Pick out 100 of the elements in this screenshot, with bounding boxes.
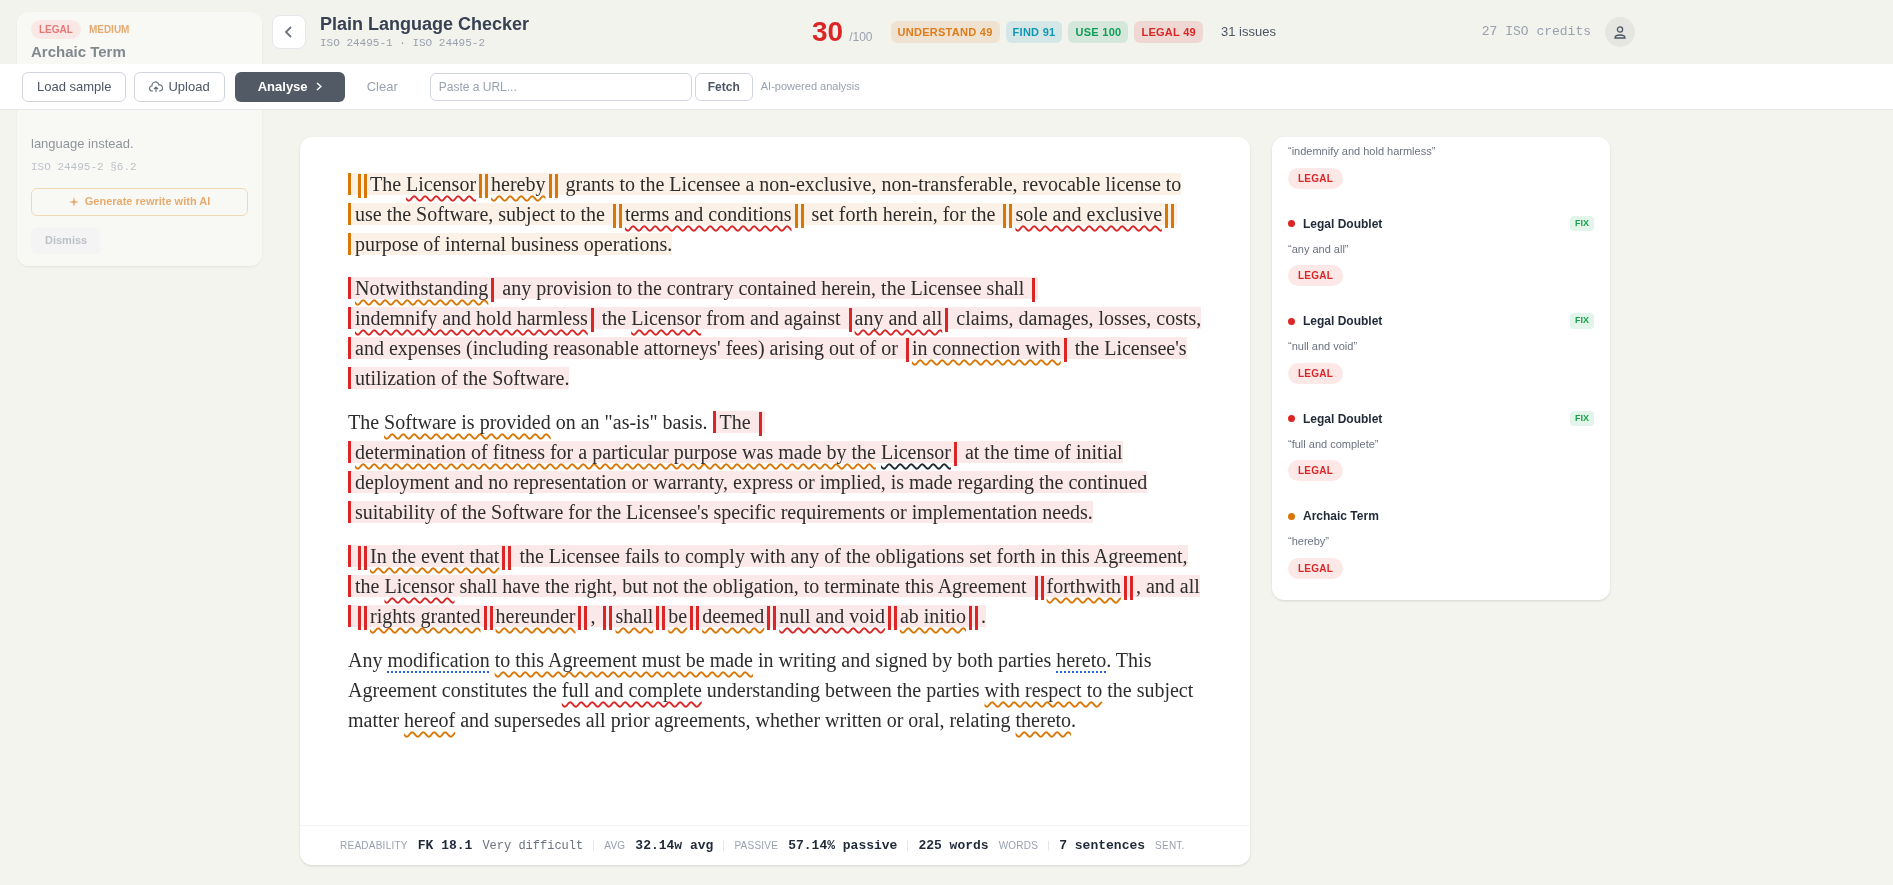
flagged-phrase[interactable]: deemed: [702, 605, 765, 627]
stat-label: SENT.: [1155, 839, 1185, 853]
stat-detail: Very difficult: [482, 837, 584, 855]
flagged-phrase[interactable]: shall: [615, 605, 654, 627]
flagged-phrase[interactable]: hereof: [404, 709, 456, 731]
flagged-phrase[interactable]: sole and exclusive: [1015, 203, 1163, 225]
issue-marker: [491, 278, 495, 303]
stat-value: 7 sentences: [1059, 836, 1146, 855]
issue-marker: [969, 606, 978, 631]
popup-description: language instead.: [31, 134, 135, 153]
score-max: /100: [849, 29, 873, 46]
score-value: 30: [812, 18, 844, 46]
flagged-phrase[interactable]: full and complete: [561, 679, 702, 701]
flagged-phrase[interactable]: Notwithstanding: [355, 277, 489, 299]
flagged-phrase[interactable]: with respect to: [984, 679, 1103, 701]
load-sample-button[interactable]: Load sample: [22, 71, 127, 102]
stat-value: 225 words: [918, 836, 989, 855]
flagged-phrase[interactable]: Licensor: [384, 575, 455, 597]
fix-badge: FIX: [1570, 410, 1594, 427]
flagged-phrase[interactable]: terms and conditions: [624, 203, 792, 225]
issue-marker: [1165, 204, 1175, 229]
issue-marker: [758, 412, 762, 437]
popup-title: Archaic Term: [31, 42, 127, 62]
flagged-phrase[interactable]: any and all: [854, 307, 943, 329]
score-badge: USE 100: [1068, 20, 1129, 44]
issue-marker: [905, 338, 909, 363]
issue-marker: [548, 174, 558, 199]
issue-marker: [502, 546, 512, 571]
flagged-phrase[interactable]: Licensor: [406, 173, 477, 195]
issue-marker: [690, 606, 700, 631]
stat-label: AVG: [604, 839, 626, 853]
issue-marker: [1123, 576, 1133, 601]
flagged-phrase[interactable]: ab initio: [899, 605, 966, 627]
issue-marker: [612, 204, 622, 229]
chevron-right-icon: [315, 82, 322, 91]
issue-marker: [1063, 338, 1067, 363]
ai-note: AI-powered analysis: [760, 79, 860, 95]
flagged-phrase[interactable]: hereby: [491, 173, 546, 195]
flagged-phrase[interactable]: thereto: [1015, 709, 1072, 731]
user-icon: [1613, 25, 1627, 39]
issue-marker: [1003, 204, 1013, 229]
flagged-phrase[interactable]: in connection with: [911, 337, 1061, 359]
url-field[interactable]: Paste a URL...: [429, 72, 692, 101]
stat-label: PASSIVE: [734, 839, 779, 853]
flagged-phrase[interactable]: hereto: [1056, 649, 1107, 671]
flagged-phrase[interactable]: to this Agreement must be made: [494, 649, 753, 671]
issue-marker: [1034, 576, 1044, 601]
issue-marker: [590, 308, 594, 333]
issue-marker: [767, 606, 777, 631]
stat-value: FK 18.1: [417, 836, 473, 855]
issue-marker: [794, 204, 804, 229]
standards-subtitle: ISO 24495-1 · ISO 24495-2: [320, 36, 487, 51]
flagged-phrase[interactable]: In the event that: [370, 545, 500, 567]
fix-badge: FIX: [1570, 215, 1594, 232]
category-badge: LEGAL: [1288, 460, 1344, 481]
issue-marker: [656, 606, 666, 631]
issue-marker: [953, 442, 957, 467]
flagged-phrase[interactable]: rights granted: [370, 605, 481, 627]
flagged-phrase[interactable]: forthwith: [1046, 575, 1121, 597]
flagged-phrase[interactable]: hereunder: [495, 605, 576, 627]
category-badge: LEGAL: [1288, 362, 1344, 384]
issue-title[interactable]: Legal Doublet: [1303, 312, 1383, 330]
score-badge: LEGAL 49: [1134, 20, 1203, 44]
issue-marker: [358, 546, 367, 571]
cloud-upload-icon: [149, 80, 164, 93]
flagged-phrase[interactable]: Licensor: [631, 307, 702, 329]
issue-quote: “hereby”: [1288, 534, 1330, 549]
flagged-phrase[interactable]: indemnify and hold harmless: [355, 307, 588, 329]
credits-label: 27 ISO credits: [1481, 23, 1591, 42]
issue-quote: “full and complete”: [1288, 436, 1380, 452]
issue-marker: [945, 308, 949, 333]
issue-marker: [848, 308, 852, 333]
flagged-phrase[interactable]: be: [668, 605, 688, 627]
analyse-button[interactable]: Analyse: [234, 71, 345, 102]
issue-marker: [887, 606, 897, 631]
document-paragraph: Any modification to this Agreement must be made in writing and signed by both parties hereto. This Agreement constitutes the full and complete understanding between the parties with respect to the subject matter hereof and supersedes all prior agreements, whether written or oral, relating thereto.: [348, 648, 1195, 734]
issue-title[interactable]: Archaic Term: [1303, 507, 1379, 525]
issues-count: 31 issues: [1221, 23, 1276, 42]
flagged-phrase[interactable]: Software is provided: [384, 411, 551, 433]
flagged-phrase[interactable]: null and void: [779, 605, 885, 627]
flagged-phrase[interactable]: modification: [387, 649, 490, 671]
flagged-phrase[interactable]: Licensor: [880, 441, 951, 463]
user-avatar[interactable]: [1605, 17, 1635, 47]
stat-label: WORDS: [998, 839, 1039, 853]
issue-marker: [358, 606, 367, 631]
issue-marker: [1032, 278, 1036, 303]
flagged-phrase[interactable]: determination of fitness for a particular purpose was made by the: [355, 441, 876, 463]
upload-button[interactable]: Upload: [134, 71, 225, 102]
fetch-button[interactable]: Fetch: [694, 72, 753, 101]
app-title: Plain Language Checker: [320, 12, 530, 35]
category-badge: LEGAL: [1288, 167, 1344, 189]
category-badge: LEGAL: [31, 20, 81, 39]
iso-reference: ISO 24495-2 §6.2: [31, 160, 138, 175]
issue-marker: [479, 174, 489, 199]
issue-quote: “any and all”: [1288, 241, 1350, 257]
issue-title[interactable]: Legal Doublet: [1303, 214, 1383, 233]
category-badge: LEGAL: [1288, 265, 1344, 286]
issue-title[interactable]: Legal Doublet: [1303, 409, 1383, 428]
stat-label: READABILITY: [340, 839, 408, 853]
issue-quote: “indemnify and hold harmless”: [1288, 144, 1437, 159]
